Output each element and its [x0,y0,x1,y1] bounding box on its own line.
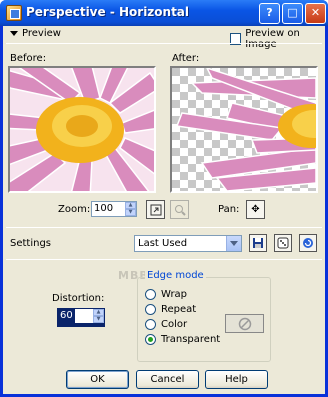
after-label: After: [172,53,200,64]
zoom-fit-icon [150,204,161,215]
chevron-down-icon[interactable] [226,236,241,251]
distortion-value[interactable]: 60 [58,309,75,323]
spin-down-icon[interactable]: ▼ [93,316,104,323]
reset-icon [303,238,313,248]
collapse-triangle-icon [10,31,18,36]
radio-label: Wrap [161,289,188,300]
divider [6,43,322,44]
help-button[interactable]: Help [205,370,268,389]
randomize-button[interactable] [274,234,292,252]
window-title: Perspective - Horizontal [26,5,190,19]
radio-color[interactable]: Color [145,319,187,330]
ok-button[interactable]: OK [66,370,129,389]
zoom-actual-button[interactable] [170,200,189,219]
move-arrows-icon: ✥ [251,204,260,215]
reset-button[interactable] [299,234,317,252]
maximize-icon: □ [287,6,298,19]
distortion-label: Distortion: [52,293,105,304]
radio-button[interactable] [145,304,156,315]
preview-on-image-label: Preview on Image [245,28,300,50]
after-preview-image[interactable] [170,66,318,193]
divider [6,227,322,228]
radio-transparent[interactable]: Transparent [145,334,220,345]
spin-up-icon[interactable]: ▲ [93,309,104,316]
no-color-icon [238,317,251,330]
preset-value: Last Used [138,238,188,249]
radio-button[interactable] [145,319,156,330]
preview-toggle[interactable]: Preview [10,28,61,39]
radio-label: Repeat [161,304,197,315]
maximize-button[interactable]: □ [282,3,303,24]
radio-button[interactable] [145,334,156,345]
dice-icon [277,237,289,249]
distortion-spinner[interactable]: 60 ▲ ▼ [57,308,105,324]
edge-mode-title: Edge mode [145,270,206,281]
settings-preset-dropdown[interactable]: Last Used [134,235,242,252]
divider [6,259,322,260]
zoom-value[interactable]: 100 [92,202,125,216]
radio-repeat[interactable]: Repeat [145,304,196,315]
preview-on-image-checkbox[interactable]: Preview on Image [230,28,328,50]
preview-toggle-label: Preview [22,28,61,39]
cancel-button[interactable]: Cancel [136,370,199,389]
magnifier-icon [174,204,186,216]
save-preset-button[interactable] [249,234,267,252]
zoom-label: Zoom: [58,204,91,215]
pan-button[interactable]: ✥ [246,200,265,219]
radio-wrap[interactable]: Wrap [145,289,187,300]
settings-label: Settings [10,238,52,249]
zoom-to-fit-button[interactable] [146,200,165,219]
zoom-spinner[interactable]: 100 ▲ ▼ [91,201,137,217]
help-title-button[interactable]: ? [259,3,280,24]
radio-button[interactable] [145,289,156,300]
title-bar[interactable]: Perspective - Horizontal ? □ ✕ [0,0,328,26]
spin-up-icon[interactable]: ▲ [125,202,136,209]
app-icon [6,5,22,21]
radio-label: Transparent [161,334,221,345]
before-label: Before: [10,53,47,64]
radio-label: Color [161,319,188,330]
spin-down-icon[interactable]: ▼ [125,209,136,216]
close-button[interactable]: ✕ [305,3,326,24]
pan-label: Pan: [218,204,240,215]
edge-color-swatch[interactable] [225,314,264,333]
save-icon [253,238,263,248]
before-preview-image[interactable] [8,66,156,193]
close-icon: ✕ [310,6,321,19]
distortion-slider[interactable] [57,324,105,327]
